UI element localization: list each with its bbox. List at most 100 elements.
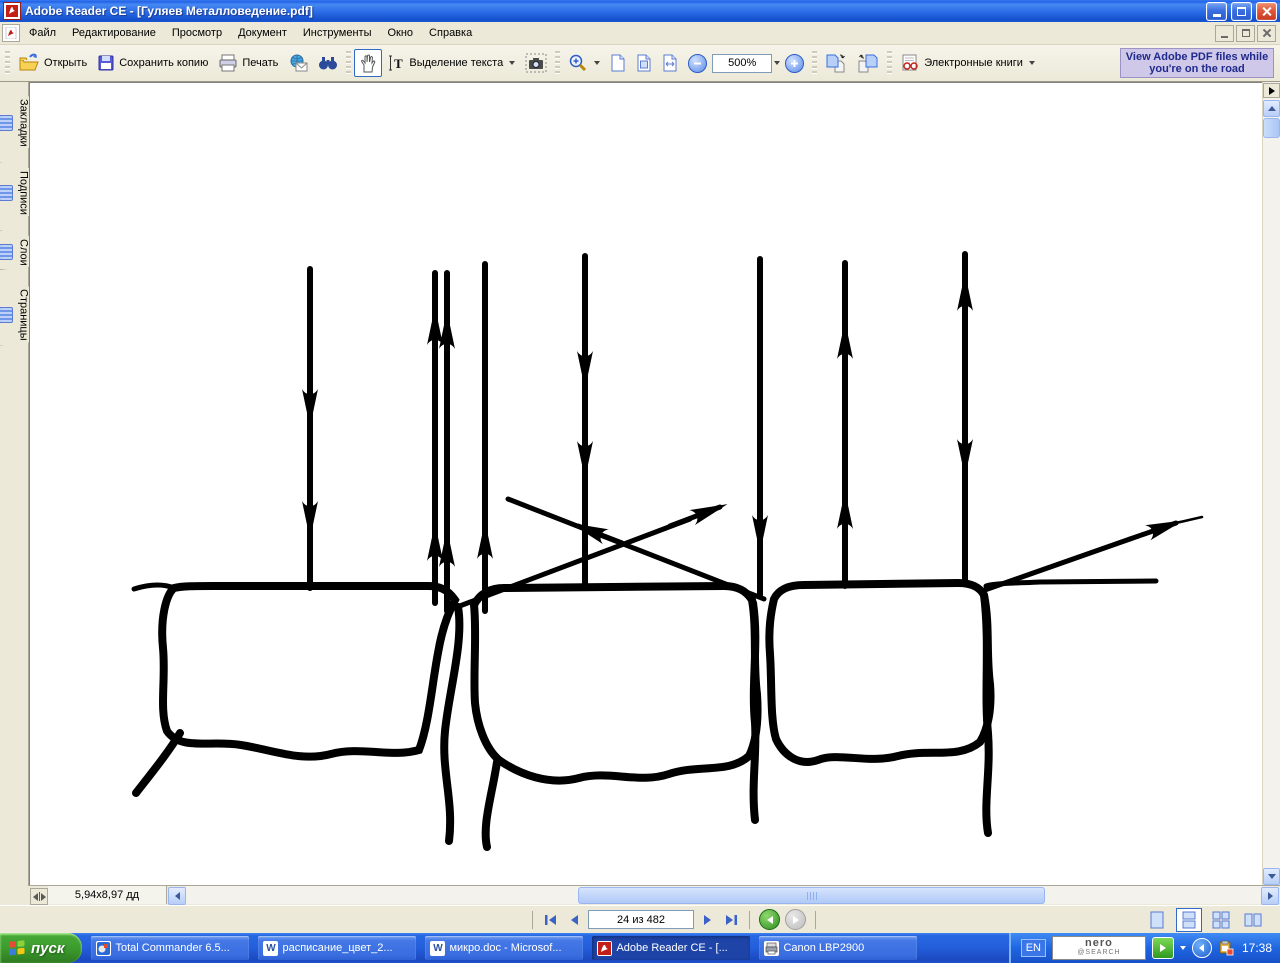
save-copy-button[interactable]: Сохранить копию [92,50,213,76]
nero-search-box[interactable]: nero @SEARCH [1051,936,1146,960]
task-canon-printer[interactable]: Canon LBP2900 [759,936,918,960]
toolbar-grip[interactable] [555,51,561,75]
doc-minimize-button[interactable] [1215,24,1234,42]
tray-go-button[interactable] [1151,937,1174,959]
ebooks-button[interactable]: Электронные книги [895,50,1040,76]
close-button[interactable] [1256,1,1277,21]
vertical-scroll-thumb[interactable] [1263,118,1280,138]
chevron-down-icon[interactable] [509,61,516,65]
toolbar-grip[interactable] [5,51,10,75]
menu-view[interactable]: Просмотр [165,24,229,42]
doc-restore-button[interactable] [1236,24,1255,42]
task-adobe-reader[interactable]: Adobe Reader CE - [... [592,936,751,960]
menu-edit[interactable]: Редактирование [65,24,163,42]
window-title: Adobe Reader CE - [Гуляев Металловедение… [25,4,313,18]
horizontal-scrollbar[interactable] [186,886,1262,904]
tray-dropdown-chevron[interactable] [1179,946,1186,950]
actual-size-icon [611,54,625,72]
minus-icon [694,62,702,64]
text-select-icon: T [389,55,403,71]
facing-layout-button[interactable] [1240,908,1266,932]
toolbar-grip[interactable] [812,51,818,75]
splitter-right-icon [40,892,46,901]
tab-signatures[interactable]: Подписи [0,162,33,220]
adobe-ad-banner[interactable]: View Adobe PDF files while you're on the… [1120,48,1274,78]
nero-logo-text: nero [1085,937,1113,949]
chevron-down-icon[interactable] [1028,61,1035,65]
prev-page-button[interactable] [565,911,583,929]
printer-icon [764,940,780,956]
menu-tools[interactable]: Инструменты [296,24,379,42]
zoom-level-input[interactable]: 500% [712,53,773,73]
main-area: Закладки Подписи Слои Страницы 5,94x8,97… [0,82,1280,905]
next-page-button[interactable] [699,911,717,929]
scroll-up-button[interactable] [1263,100,1280,117]
zoom-in-icon [569,54,587,72]
pane-expand-button[interactable] [1263,83,1280,98]
menu-file[interactable]: Файл [22,24,63,42]
scroll-right-button[interactable] [1261,887,1279,905]
menu-bar: Файл Редактирование Просмотр Документ Ин… [0,22,1280,45]
word-document-icon: W [430,940,446,956]
total-commander-icon [96,940,112,956]
fit-width-button[interactable] [657,50,683,76]
prev-page-view-button[interactable] [852,49,884,77]
tab-layers[interactable]: Слои [0,230,33,271]
menu-window[interactable]: Окно [380,24,420,42]
pdf-page[interactable] [29,82,1262,905]
task-total-commander[interactable]: Total Commander 6.5... [91,936,250,960]
toolbar-grip[interactable] [887,51,893,75]
next-view-button[interactable] [785,909,806,930]
menu-document[interactable]: Документ [231,24,294,42]
search-button[interactable] [313,50,343,76]
hand-tool-button[interactable] [354,49,383,77]
restore-button[interactable] [1231,1,1252,21]
print-button[interactable]: Печать [213,50,283,76]
continuous-facing-button[interactable] [1208,908,1234,932]
snapshot-button[interactable] [520,49,552,77]
email-button[interactable] [283,50,313,76]
next-page-view-button[interactable] [820,49,852,77]
last-page-button[interactable] [722,911,740,929]
actual-size-button[interactable] [605,50,631,76]
toolbar-grip[interactable] [346,51,352,75]
scroll-down-button[interactable] [1263,868,1280,885]
start-button[interactable]: пуск [0,933,83,963]
fit-page-button[interactable] [631,50,657,76]
minimize-button[interactable] [1206,1,1227,21]
first-page-button[interactable] [542,911,560,929]
menu-help[interactable]: Справка [422,24,479,42]
tab-bookmarks[interactable]: Закладки [0,90,33,152]
page-navigation-bar: 24 из 482 [0,905,1280,933]
doc-close-button[interactable] [1257,24,1276,42]
single-page-icon [1150,911,1164,928]
vertical-scrollbar[interactable] [1262,82,1280,886]
task-word-doc-2[interactable]: W микро.doc - Microsof... [425,936,584,960]
zoom-in-tool-button[interactable] [563,49,605,77]
zoom-out-button[interactable] [683,50,712,77]
taskbar-clock[interactable]: 17:38 [1242,941,1272,955]
printer-status-tray-icon[interactable] [1218,940,1234,956]
tab-bookmarks-label: Закладки [17,99,30,147]
continuous-layout-button[interactable] [1176,907,1202,932]
scroll-left-button[interactable] [168,887,186,905]
splitter-handle[interactable] [30,888,48,905]
pdf-document-icon [2,24,20,42]
open-button[interactable]: Открыть [13,49,92,77]
single-page-button[interactable] [1144,908,1170,932]
ebooks-icon [902,54,918,71]
start-label: пуск [31,939,65,957]
select-text-button[interactable]: T Выделение текста [382,50,520,76]
tray-collapse-button[interactable] [1191,938,1212,958]
zoom-in-button[interactable] [780,50,809,77]
tab-pages[interactable]: Страницы [0,280,33,346]
page-number-input[interactable]: 24 из 482 [588,910,694,929]
horizontal-scroll-thumb[interactable] [578,887,1045,904]
page-size-label: 5,94x8,97 дд [48,886,167,904]
chevron-down-icon[interactable] [594,61,601,65]
forward-arrow-icon [792,915,799,924]
task-word-doc-1[interactable]: W расписание_цвет_2... [258,936,417,960]
language-indicator[interactable]: EN [1020,939,1046,957]
previous-view-button[interactable] [759,909,780,930]
snapshot-camera-icon [525,53,547,73]
